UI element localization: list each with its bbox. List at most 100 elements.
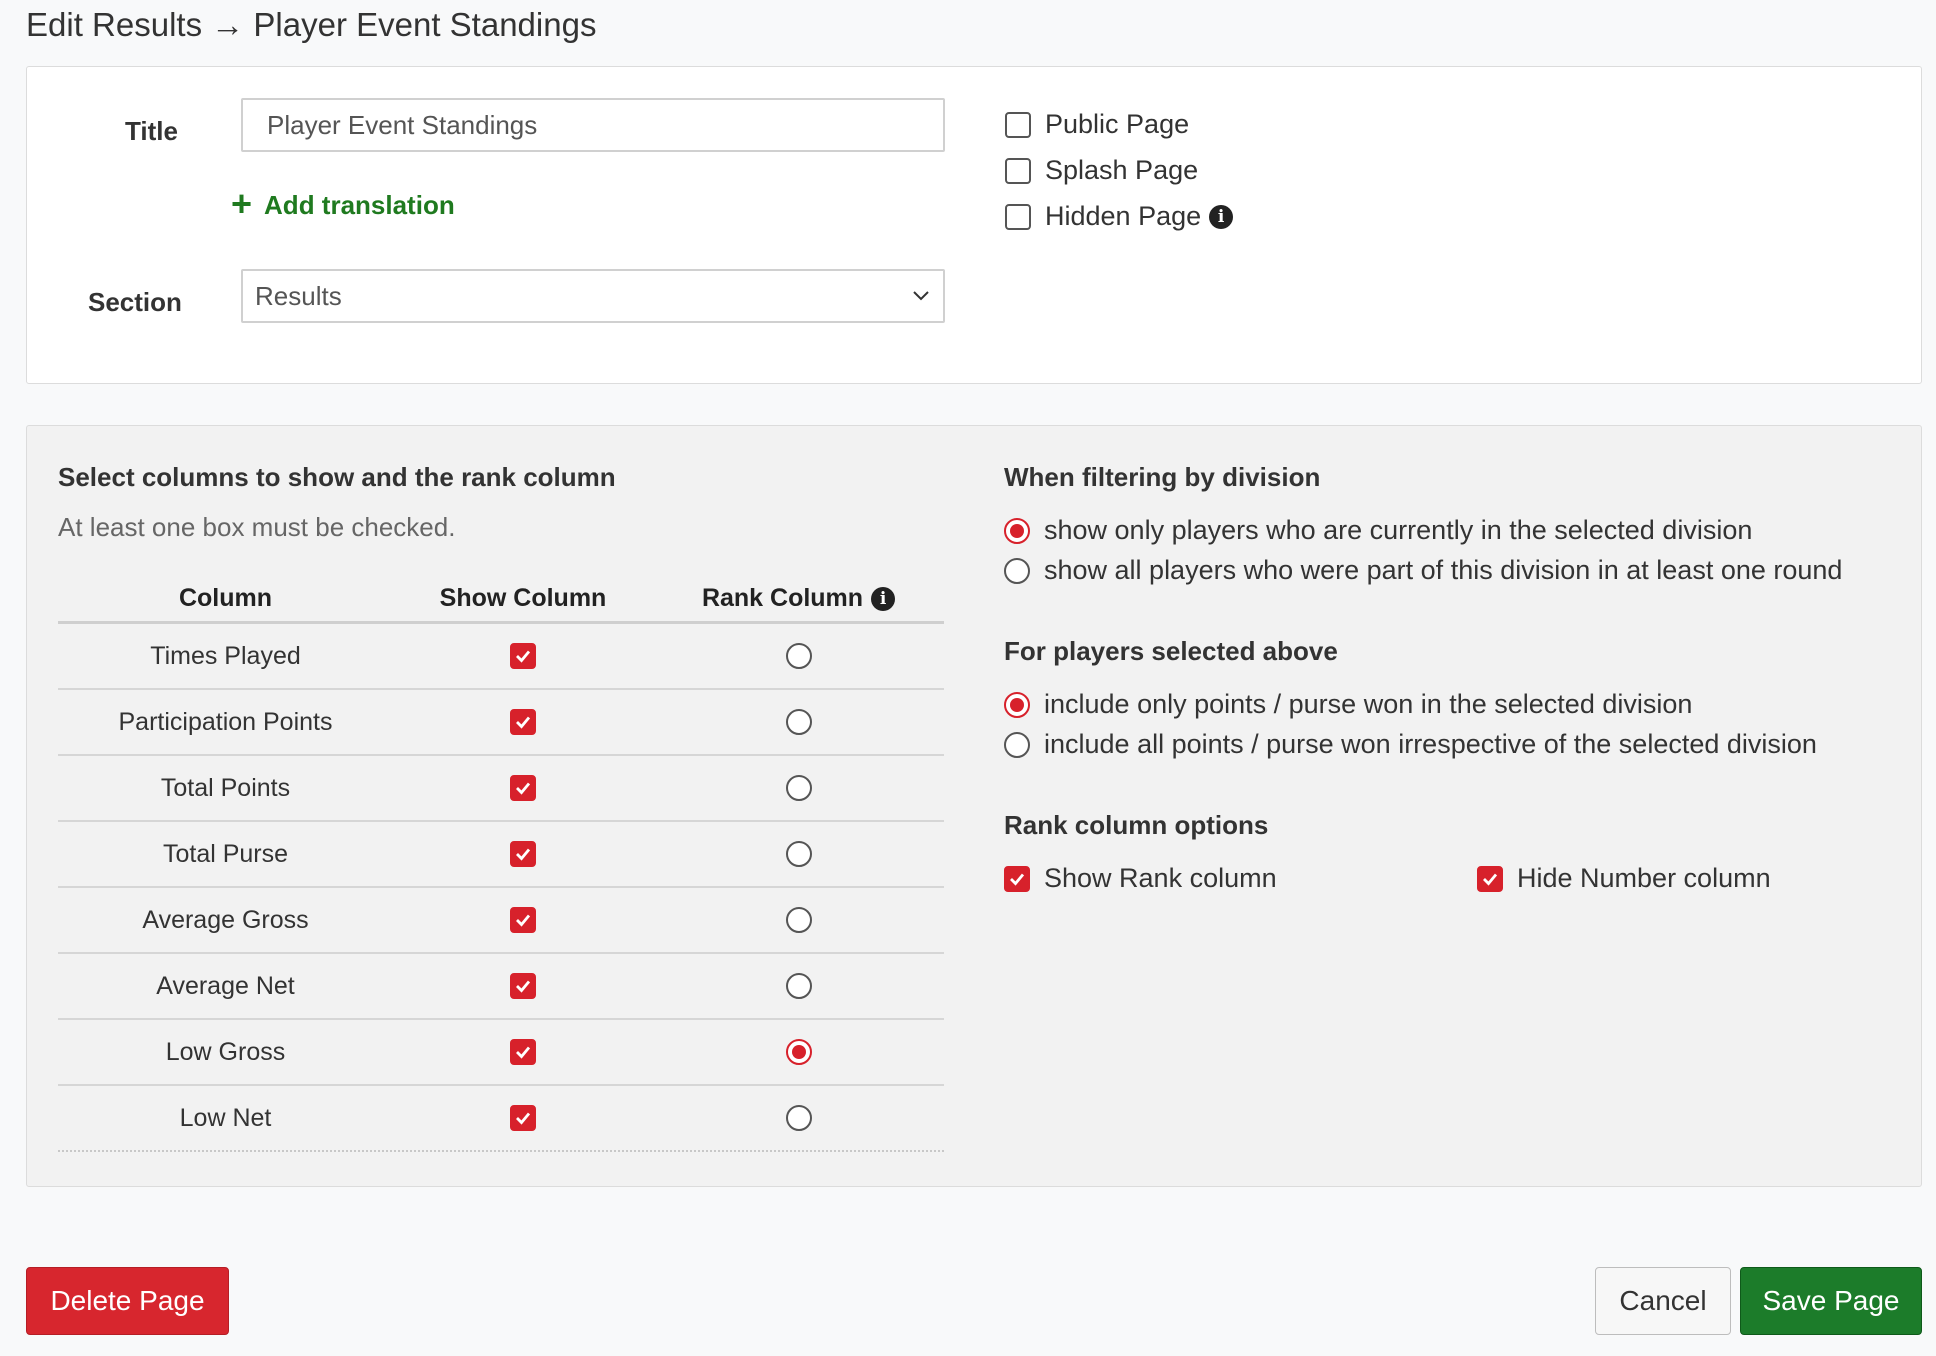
show-column-checkbox[interactable] [510, 775, 536, 801]
table-row: Total Purse [58, 822, 944, 888]
table-row: Average Net [58, 954, 944, 1020]
points-selected-radio[interactable] [1004, 691, 1030, 718]
columns-table-body: Times Played Participation Points Total Po… [58, 624, 944, 1152]
division-option-all[interactable]: show all players who were part of this d… [1004, 555, 1842, 586]
points-selected-label: include only points / purse won in the s… [1044, 689, 1693, 719]
table-row: Times Played [58, 624, 944, 690]
column-name: Average Gross [142, 905, 309, 934]
columns-hint: At least one box must be checked. [58, 512, 456, 542]
chevron-down-icon [913, 291, 929, 301]
table-row: Participation Points [58, 690, 944, 756]
show-column-checkbox[interactable] [510, 709, 536, 735]
show-column-checkbox[interactable] [510, 973, 536, 999]
checkmark-icon [516, 848, 531, 861]
plus-icon: + [231, 183, 253, 224]
column-name: Participation Points [118, 707, 333, 736]
rank-column-radio[interactable] [785, 709, 812, 735]
title-input[interactable]: Player Event Standings [241, 98, 945, 152]
show-column-cell [393, 709, 653, 735]
hidden-page-checkbox[interactable] [1005, 203, 1031, 230]
division-option-current[interactable]: show only players who are currently in t… [1004, 515, 1752, 546]
rank-column-cell [653, 1039, 944, 1065]
division-current-label: show only players who are currently in t… [1044, 515, 1753, 545]
column-name: Total Points [160, 773, 291, 802]
show-column-checkbox[interactable] [510, 1039, 536, 1065]
hide-number-checkbox[interactable] [1477, 865, 1503, 892]
checkmark-icon [516, 782, 531, 795]
public-page-option[interactable]: Public Page [1005, 109, 1189, 140]
section-select[interactable]: Results [241, 269, 945, 323]
checkmark-icon [1483, 873, 1498, 886]
columns-table-header: Column Show Column Rank Column i [58, 576, 944, 624]
show-rank-option[interactable]: Show Rank column [1004, 863, 1277, 894]
table-row: Low Net [58, 1086, 944, 1152]
add-translation-label: Add translation [264, 190, 455, 220]
columns-heading: Select columns to show and the rank colu… [58, 462, 616, 492]
cancel-button[interactable]: Cancel [1595, 1267, 1731, 1335]
points-option-selected[interactable]: include only points / purse won in the s… [1004, 689, 1692, 720]
show-column-cell [393, 841, 653, 867]
column-name: Times Played [150, 641, 301, 670]
info-icon[interactable]: i [1209, 204, 1234, 229]
page-title: Edit Results → Player Event Standings [26, 6, 597, 43]
table-row: Total Points [58, 756, 944, 822]
rank-column-header: Rank Column i [653, 584, 944, 613]
rank-options-heading: Rank column options [1004, 810, 1269, 840]
title-label: Title [125, 116, 178, 146]
show-column-cell [393, 643, 653, 669]
rank-column-radio[interactable] [785, 775, 812, 801]
checkmark-icon [516, 716, 531, 729]
splash-page-checkbox[interactable] [1005, 157, 1031, 184]
rank-column-cell [653, 643, 944, 669]
section-select-value: Results [255, 281, 342, 311]
show-column-checkbox[interactable] [510, 841, 536, 867]
save-page-button[interactable]: Save Page [1740, 1267, 1922, 1335]
table-row: Average Gross [58, 888, 944, 954]
hidden-page-label: Hidden Page [1045, 201, 1202, 231]
division-all-label: show all players who were part of this d… [1044, 555, 1843, 585]
show-rank-checkbox[interactable] [1004, 865, 1030, 892]
rank-column-radio[interactable] [785, 973, 812, 999]
division-current-radio[interactable] [1004, 517, 1030, 544]
show-column-cell [393, 907, 653, 933]
show-column-checkbox[interactable] [510, 643, 536, 669]
show-column-cell [393, 775, 653, 801]
checkmark-icon [516, 980, 531, 993]
points-option-all[interactable]: include all points / purse won irrespect… [1004, 729, 1817, 760]
rank-column-header-label: Rank Column [701, 584, 864, 612]
rank-column-cell [653, 1105, 944, 1131]
checkmark-icon [1010, 873, 1025, 886]
show-rank-label: Show Rank column [1044, 863, 1277, 893]
splash-page-option[interactable]: Splash Page [1005, 155, 1198, 186]
delete-page-button[interactable]: Delete Page [26, 1267, 229, 1335]
checkmark-icon [516, 650, 531, 663]
column-options-panel: Select columns to show and the rank colu… [26, 425, 1922, 1187]
table-row: Low Gross [58, 1020, 944, 1086]
rank-column-radio[interactable] [785, 1039, 812, 1065]
columns-table: Column Show Column Rank Column i Times P… [58, 576, 944, 1152]
points-all-radio[interactable] [1004, 731, 1030, 758]
column-name: Average Net [156, 971, 295, 1000]
hide-number-option[interactable]: Hide Number column [1477, 863, 1771, 894]
section-label: Section [88, 287, 182, 317]
show-column-checkbox[interactable] [510, 907, 536, 933]
public-page-checkbox[interactable] [1005, 111, 1031, 138]
rank-column-radio[interactable] [785, 841, 812, 867]
column-header: Column [178, 584, 273, 612]
show-column-cell [393, 973, 653, 999]
rank-column-cell [653, 973, 944, 999]
checkmark-icon [516, 914, 531, 927]
column-name: Low Gross [165, 1037, 286, 1066]
show-column-checkbox[interactable] [510, 1105, 536, 1131]
rank-column-radio[interactable] [785, 643, 812, 669]
division-all-radio[interactable] [1004, 557, 1030, 584]
players-heading: For players selected above [1004, 636, 1338, 666]
hidden-page-option[interactable]: Hidden Page i [1005, 201, 1234, 232]
info-icon[interactable]: i [871, 586, 896, 611]
column-name: Low Net [179, 1103, 272, 1132]
add-translation-link[interactable]: + Add translation [231, 183, 455, 224]
rank-column-radio[interactable] [785, 907, 812, 933]
rank-column-radio[interactable] [785, 1105, 812, 1131]
public-page-label: Public Page [1045, 109, 1190, 139]
rank-column-cell [653, 841, 944, 867]
